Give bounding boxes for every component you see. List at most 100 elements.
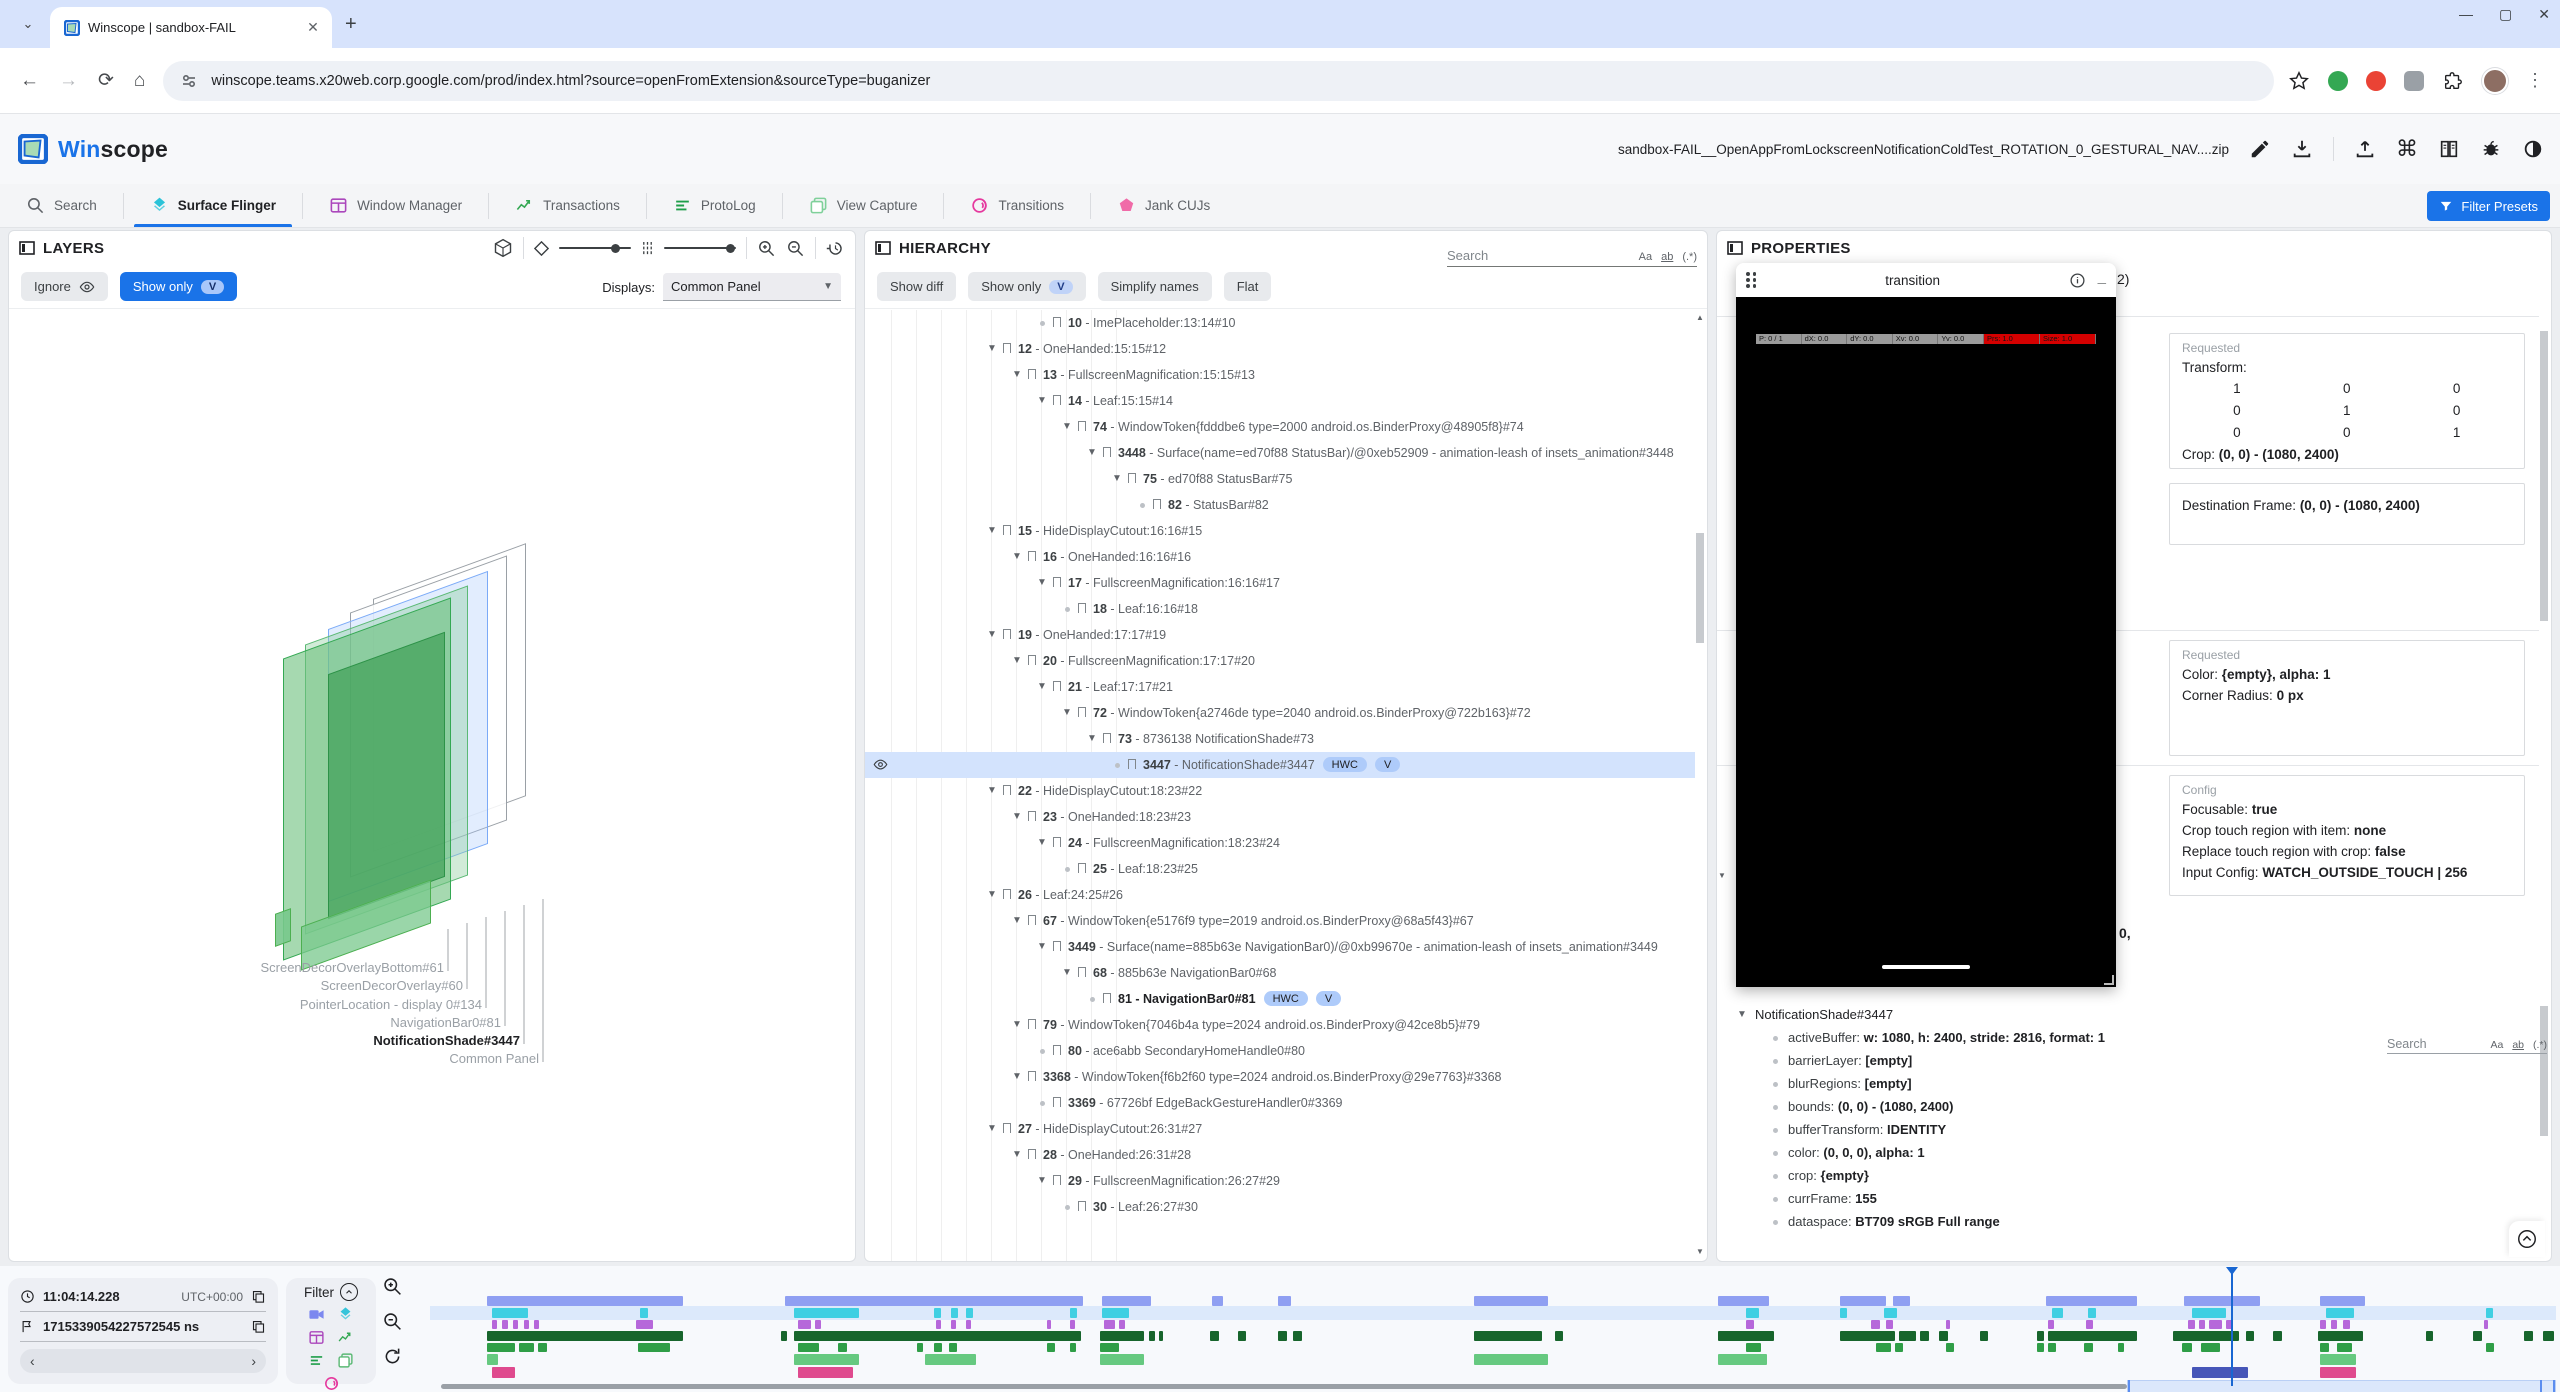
trace-entry-block[interactable] (2192, 1367, 2247, 1378)
trace-filter-swirl-icon[interactable] (323, 1375, 340, 1392)
trace-entry-block[interactable] (794, 1331, 1081, 1341)
browser-tab[interactable]: Winscope | sandbox-FAIL ✕ (50, 7, 332, 48)
trace-entry-block[interactable] (2201, 1343, 2220, 1352)
timeline-zoom-out-icon[interactable] (382, 1311, 403, 1332)
pin-icon[interactable] (1003, 785, 1011, 795)
extension-icon-green[interactable] (2328, 71, 2348, 91)
trace-entry-block[interactable] (1718, 1331, 1773, 1341)
trace-entry-block[interactable] (781, 1331, 787, 1341)
edit-pencil-icon[interactable] (2249, 138, 2271, 160)
hierarchy-tree-row[interactable]: 18 - Leaf:16:16#18 (865, 596, 1695, 622)
property-row[interactable]: bufferTransform: IDENTITY (1717, 1118, 2539, 1141)
trace-entry-block[interactable] (2182, 1343, 2193, 1352)
expand-arrow-icon[interactable]: ▼ (985, 889, 999, 900)
hierarchy-tree-row[interactable]: ▼75 - ed70f88 StatusBar#75 (865, 466, 1695, 492)
copy-icon[interactable] (251, 1289, 266, 1304)
browser-menu-icon[interactable]: ⋮ (2526, 70, 2544, 91)
trace-entry-block[interactable] (538, 1343, 547, 1352)
reset-view-icon[interactable] (826, 239, 845, 258)
trace-filter-camera-icon[interactable] (308, 1306, 325, 1323)
hierarchy-tree-row[interactable]: ▼74 - WindowToken{fdddbe6 type=2000 andr… (865, 414, 1695, 440)
trace-entry-block[interactable] (1884, 1308, 1897, 1318)
hierarchy-tree-row[interactable]: 25 - Leaf:18:23#25 (865, 856, 1695, 882)
trace-entry-block[interactable] (1840, 1308, 1847, 1318)
hierarchy-tree-row[interactable]: ▼22 - HideDisplayCutout:18:23#22 (865, 778, 1695, 804)
trace-entry-block[interactable] (1840, 1331, 1895, 1341)
transition-window-header[interactable]: transition _ (1736, 263, 2116, 297)
trace-entry-block[interactable] (2486, 1308, 2493, 1318)
pin-icon[interactable] (1053, 577, 1061, 587)
address-bar[interactable]: winscope.teams.x20web.corp.google.com/pr… (163, 61, 2274, 101)
trace-entry-block[interactable] (925, 1354, 976, 1365)
property-row[interactable]: blurRegions: [empty] (1717, 1072, 2539, 1095)
tab-surface-flinger[interactable]: Surface Flinger (124, 184, 302, 227)
timeline-reset-zoom-icon[interactable] (382, 1346, 403, 1367)
extension-icon-gray[interactable] (2404, 71, 2424, 91)
drag-handle-icon[interactable] (1746, 272, 1757, 288)
trace-entry-block[interactable] (2118, 1343, 2124, 1352)
pin-icon[interactable] (1053, 317, 1061, 327)
pin-icon[interactable] (1053, 941, 1061, 951)
panel-collapse-icon[interactable] (19, 240, 35, 256)
trace-entry-block[interactable] (2524, 1331, 2533, 1341)
trace-entry-block[interactable] (2188, 1320, 2194, 1329)
hierarchy-tree-row[interactable]: 3447 - NotificationShade#3447HWCV (865, 752, 1695, 778)
extension-icon-red[interactable] (2366, 71, 2386, 91)
trace-entry-block[interactable] (1070, 1308, 1077, 1318)
trace-entry-block[interactable] (934, 1343, 943, 1352)
panel-collapse-icon[interactable] (875, 240, 891, 256)
trace-entry-block[interactable] (1119, 1320, 1125, 1329)
pin-icon[interactable] (1053, 681, 1061, 691)
trace-entry-block[interactable] (524, 1320, 529, 1329)
timeline-cursor[interactable] (2231, 1268, 2233, 1386)
expand-arrow-icon[interactable]: ▼ (1035, 941, 1049, 952)
filter-collapse-button[interactable] (340, 1283, 358, 1301)
trace-entry-block[interactable] (1070, 1343, 1076, 1352)
expand-arrow-icon[interactable]: ▼ (1035, 577, 1049, 588)
hierarchy-tree-row[interactable]: ▼3449 - Surface(name=885b63e NavigationB… (865, 934, 1695, 960)
expand-arrow-icon[interactable]: ▼ (1010, 551, 1024, 562)
expand-arrow-icon[interactable]: ▼ (1110, 473, 1124, 484)
trace-entry-block[interactable] (1876, 1343, 1891, 1352)
trace-entry-block[interactable] (1278, 1296, 1291, 1306)
zoom-window-handle[interactable] (2128, 1380, 2130, 1392)
trace-entry-block[interactable] (1895, 1343, 1904, 1352)
tab-protolog[interactable]: ProtoLog (647, 184, 782, 227)
trace-entry-block[interactable] (2343, 1320, 2349, 1329)
pin-icon[interactable] (1028, 551, 1036, 561)
trace-entry-block[interactable] (487, 1296, 683, 1306)
trace-entry-block[interactable] (2037, 1343, 2043, 1352)
expand-arrow-icon[interactable]: ▼ (985, 525, 999, 536)
expand-arrow-icon[interactable]: ▼ (1060, 967, 1074, 978)
dark-mode-toggle-icon[interactable] (2522, 138, 2544, 160)
new-tab-button[interactable]: + (345, 14, 357, 34)
trace-entry-block[interactable] (1047, 1320, 1051, 1329)
expand-arrow-icon[interactable]: ▼ (1035, 837, 1049, 848)
pin-icon[interactable] (1103, 993, 1111, 1003)
trace-entry-block[interactable] (1238, 1331, 1247, 1341)
hierarchy-tree-row[interactable]: ▼21 - Leaf:17:17#21 (865, 674, 1695, 700)
minimize-window-icon[interactable]: _ (2098, 269, 2106, 286)
trace-entry-block[interactable] (1293, 1331, 1302, 1341)
hierarchy-tree-row[interactable]: ▼13 - FullscreenMagnification:15:15#13 (865, 362, 1695, 388)
trace-entry-block[interactable] (1474, 1354, 1548, 1365)
show-only-chip[interactable]: Show only V (120, 272, 237, 301)
expand-arrow-icon[interactable]: ▼ (1035, 1175, 1049, 1186)
pin-icon[interactable] (1078, 421, 1086, 431)
trace-entry-block[interactable] (1871, 1320, 1880, 1329)
property-row[interactable]: color: (0, 0, 0), alpha: 1 (1717, 1141, 2539, 1164)
hierarchy-tree-row[interactable]: ▼72 - WindowToken{a2746de type=2040 andr… (865, 700, 1695, 726)
trace-entry-block[interactable] (513, 1320, 518, 1329)
trace-entry-block[interactable] (798, 1343, 819, 1352)
expand-arrow-icon[interactable]: ▼ (1035, 681, 1049, 692)
trace-entry-block[interactable] (534, 1320, 539, 1329)
trace-entry-block[interactable] (2320, 1354, 2356, 1365)
pin-icon[interactable] (1078, 863, 1086, 873)
trace-entry-block[interactable] (2192, 1308, 2226, 1318)
spacing-slider[interactable] (664, 247, 736, 249)
trace-entry-block[interactable] (2048, 1331, 2137, 1341)
timeline-scrollbar[interactable] (441, 1384, 2127, 1389)
tab-transactions[interactable]: Transactions (489, 184, 646, 227)
hierarchy-tree-row[interactable]: ▼29 - FullscreenMagnification:26:27#29 (865, 1168, 1695, 1194)
next-frame-button[interactable]: › (251, 1353, 256, 1369)
